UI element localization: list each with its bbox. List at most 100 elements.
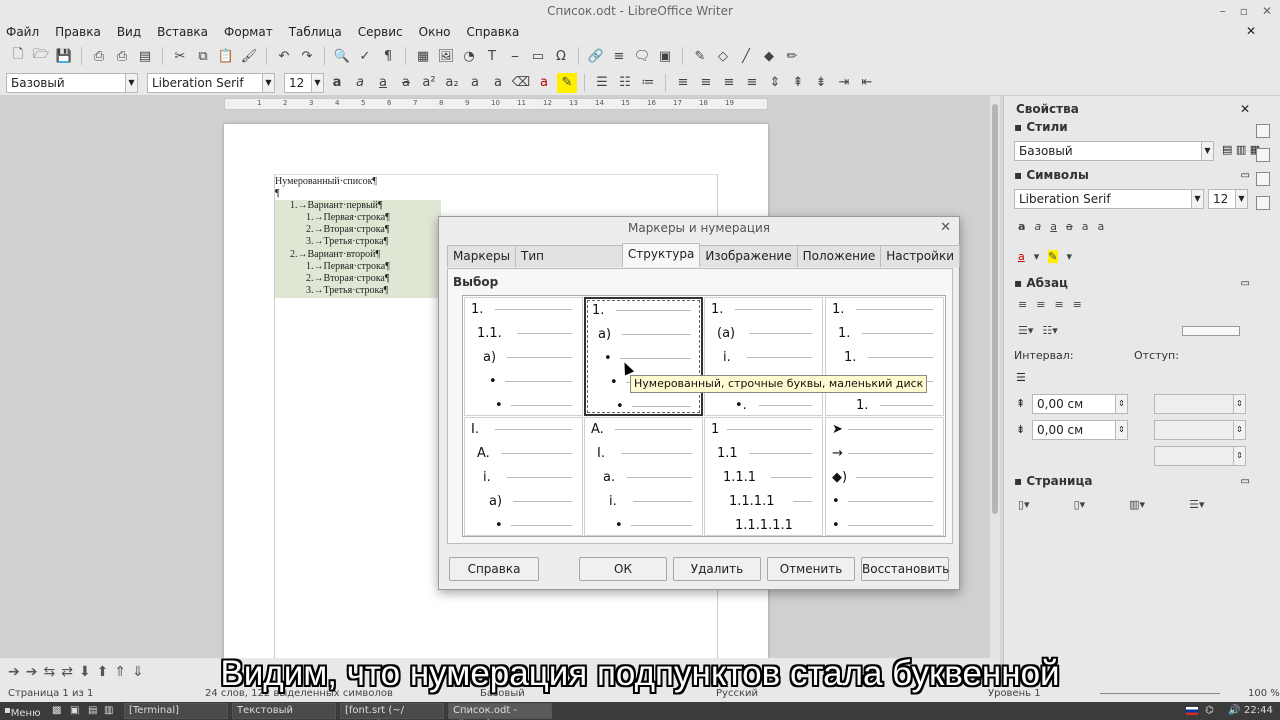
indent-before-field[interactable]: ⇕ xyxy=(1154,394,1246,414)
strikethrough-icon[interactable]: a xyxy=(396,73,416,93)
decrease-paragraph-spacing-icon[interactable]: ⇟ xyxy=(811,73,831,93)
font-name-combo[interactable]: Liberation Serif ▼ xyxy=(147,72,275,93)
shadow-icon[interactable]: a xyxy=(1082,220,1089,233)
spin-icon[interactable]: ⇕ xyxy=(1233,421,1245,439)
characters-section-header[interactable]: ▪ Символы xyxy=(1014,168,1089,182)
underline-icon[interactable]: a xyxy=(1050,220,1057,233)
delete-button[interactable]: Удалить xyxy=(673,557,761,581)
horizontal-ruler[interactable]: 1 2 3 4 5 6 7 8 9 10 11 12 13 14 15 16 1… xyxy=(224,98,768,110)
chevron-down-icon[interactable]: ▼ xyxy=(1235,190,1247,208)
highlight-icon[interactable]: ✎ xyxy=(557,72,577,93)
sidebar-font-combo[interactable]: Liberation Serif ▼ xyxy=(1014,189,1204,209)
insert-textbox-icon[interactable]: T xyxy=(482,46,502,66)
highlight-icon[interactable]: ✎ xyxy=(1048,250,1058,263)
bold-icon[interactable]: a xyxy=(1018,220,1025,233)
increase-paragraph-spacing-icon[interactable]: ⇞ xyxy=(788,73,808,93)
collapse-section-icon[interactable]: ▭ xyxy=(1241,278,1250,289)
outline-preset[interactable]: 1.(a)i.A.•. xyxy=(704,297,823,416)
spin-icon[interactable]: ⇕ xyxy=(1233,395,1245,413)
open-icon[interactable]: 🗁 xyxy=(31,46,51,66)
paragraph-style-combo[interactable]: Базовый ▼ xyxy=(6,72,138,93)
ok-button[interactable]: ОК xyxy=(579,557,667,581)
tab-image[interactable]: Изображение xyxy=(699,245,798,267)
collapse-section-icon[interactable]: ▭ xyxy=(1241,170,1250,181)
chevron-down-icon[interactable]: ▼ xyxy=(311,73,323,92)
spelling-icon[interactable]: ✓ xyxy=(355,46,375,66)
bold-icon[interactable]: a xyxy=(327,73,347,93)
redo-icon[interactable]: ↷ xyxy=(297,46,317,66)
numbered-list-icon[interactable]: ☷▾ xyxy=(1042,324,1057,337)
outline-preset-selected[interactable]: 1. a) • • • xyxy=(584,297,703,416)
print-icon[interactable]: ⎙ xyxy=(112,46,132,66)
show-desktop-icon[interactable]: ▩ xyxy=(52,705,61,716)
align-center-icon[interactable]: ≡ xyxy=(696,73,716,93)
navigator-deck-icon[interactable] xyxy=(1256,196,1270,210)
empty-paragraph[interactable]: ¶ xyxy=(275,188,280,199)
line-spacing-icon[interactable]: ☰ xyxy=(1016,371,1026,384)
page-break-icon[interactable]: ⎯ xyxy=(505,46,525,66)
clock[interactable]: 22:44 xyxy=(1244,705,1273,716)
comment-icon[interactable]: 🗨 xyxy=(632,46,652,66)
cancel-button[interactable]: Отменить xyxy=(767,557,855,581)
scrollbar-thumb[interactable] xyxy=(992,104,998,514)
outline-preset[interactable]: I. A. i. a) • xyxy=(464,417,583,536)
network-icon[interactable]: ⌬ xyxy=(1205,705,1214,716)
outline-preset[interactable]: 1. 1.1. a) • • xyxy=(464,297,583,416)
list-item[interactable]: 2.→Вариант·второй¶ xyxy=(290,249,380,260)
undo-icon[interactable]: ↶ xyxy=(274,46,294,66)
page-margins-icon[interactable]: ▥▾ xyxy=(1129,498,1145,511)
color-icons[interactable]: a ▾ ✎ ▾ xyxy=(1018,250,1072,263)
character-format-icons[interactable]: a a a a a a xyxy=(1018,220,1104,233)
paragraph-section-header[interactable]: ▪ Абзац xyxy=(1014,276,1068,290)
subscript-icon[interactable]: a₂ xyxy=(442,73,462,93)
taskbar-item-terminal[interactable]: [Terminal] xyxy=(124,703,228,719)
save-icon[interactable]: 💾 xyxy=(54,46,74,66)
outline-preset[interactable]: 1.1.1.1.1. xyxy=(825,297,944,416)
bullet-list-icon[interactable]: ☰ xyxy=(592,73,612,93)
paragraph-align-icons[interactable]: ≡ ≡ ≡ ≡ xyxy=(1018,298,1082,311)
outline-preset[interactable]: ➤ → ◆) • • xyxy=(825,417,944,536)
taskbar-item-text-processor[interactable]: Текстовый процесс... xyxy=(232,703,336,720)
insert-field-icon[interactable]: ▭ xyxy=(528,46,548,66)
spin-icon[interactable]: ⇕ xyxy=(1115,421,1127,439)
paragraph-background-color[interactable] xyxy=(1182,326,1240,336)
style-action-icons[interactable]: ▤ ▥ ▦ xyxy=(1222,143,1260,156)
print-preview-icon[interactable]: ▤ xyxy=(135,46,155,66)
basic-shapes-icon[interactable]: ◇ xyxy=(713,46,733,66)
align-right-icon[interactable]: ≡ xyxy=(719,73,739,93)
spin-icon[interactable]: ⇕ xyxy=(1233,447,1245,465)
chevron-down-icon[interactable]: ▾ xyxy=(1034,250,1040,263)
page-orientation-icon[interactable]: ▯▾ xyxy=(1018,498,1030,511)
menu-edit[interactable]: Правка xyxy=(55,25,101,39)
menu-insert[interactable]: Вставка xyxy=(157,25,208,39)
copy-icon[interactable]: ⧉ xyxy=(193,46,213,66)
gallery-deck-icon[interactable] xyxy=(1256,172,1270,186)
decrease-indent-icon[interactable]: ⇤ xyxy=(857,73,877,93)
spin-icon[interactable]: ⇕ xyxy=(1115,395,1127,413)
justify-icon[interactable]: ≡ xyxy=(742,73,762,93)
page-format-icons[interactable]: ▯▾ ▯▾ ▥▾ ☰▾ xyxy=(1018,498,1204,511)
tab-position[interactable]: Положение xyxy=(796,245,882,267)
shapes-icon[interactable]: ◆ xyxy=(759,46,779,66)
align-left-icon[interactable]: ≡ xyxy=(1018,298,1027,311)
page-size-icon[interactable]: ▯▾ xyxy=(1074,498,1086,511)
align-left-icon[interactable]: ≡ xyxy=(673,73,693,93)
close-document-icon[interactable]: ✕ xyxy=(1246,24,1256,38)
reset-button[interactable]: Восстановить xyxy=(861,557,949,581)
chevron-down-icon[interactable]: ▼ xyxy=(125,73,137,92)
spacing-above-field[interactable]: 0,00 см ⇕ xyxy=(1032,394,1128,414)
maximize-button[interactable]: ▫ xyxy=(1240,0,1248,22)
align-right-icon[interactable]: ≡ xyxy=(1054,298,1063,311)
find-replace-icon[interactable]: 🔍 xyxy=(332,46,352,66)
chevron-down-icon[interactable]: ▼ xyxy=(1191,190,1203,208)
vertical-scrollbar[interactable] xyxy=(990,96,1000,658)
list-item[interactable]: 2.→Вторая·строка¶ xyxy=(306,273,389,284)
list-item[interactable]: 1.→Первая·строка¶ xyxy=(306,212,390,223)
insert-table-icon[interactable]: ▦ xyxy=(413,46,433,66)
italic-icon[interactable]: a xyxy=(350,73,370,93)
draw-icon[interactable]: ✎ xyxy=(690,46,710,66)
volume-icon[interactable]: 🔊 xyxy=(1228,705,1240,716)
list-item[interactable]: 1.→Первая·строка¶ xyxy=(306,261,390,272)
underline-icon[interactable]: a xyxy=(373,73,393,93)
terminal-launcher-icon[interactable]: ▣ xyxy=(70,705,79,716)
